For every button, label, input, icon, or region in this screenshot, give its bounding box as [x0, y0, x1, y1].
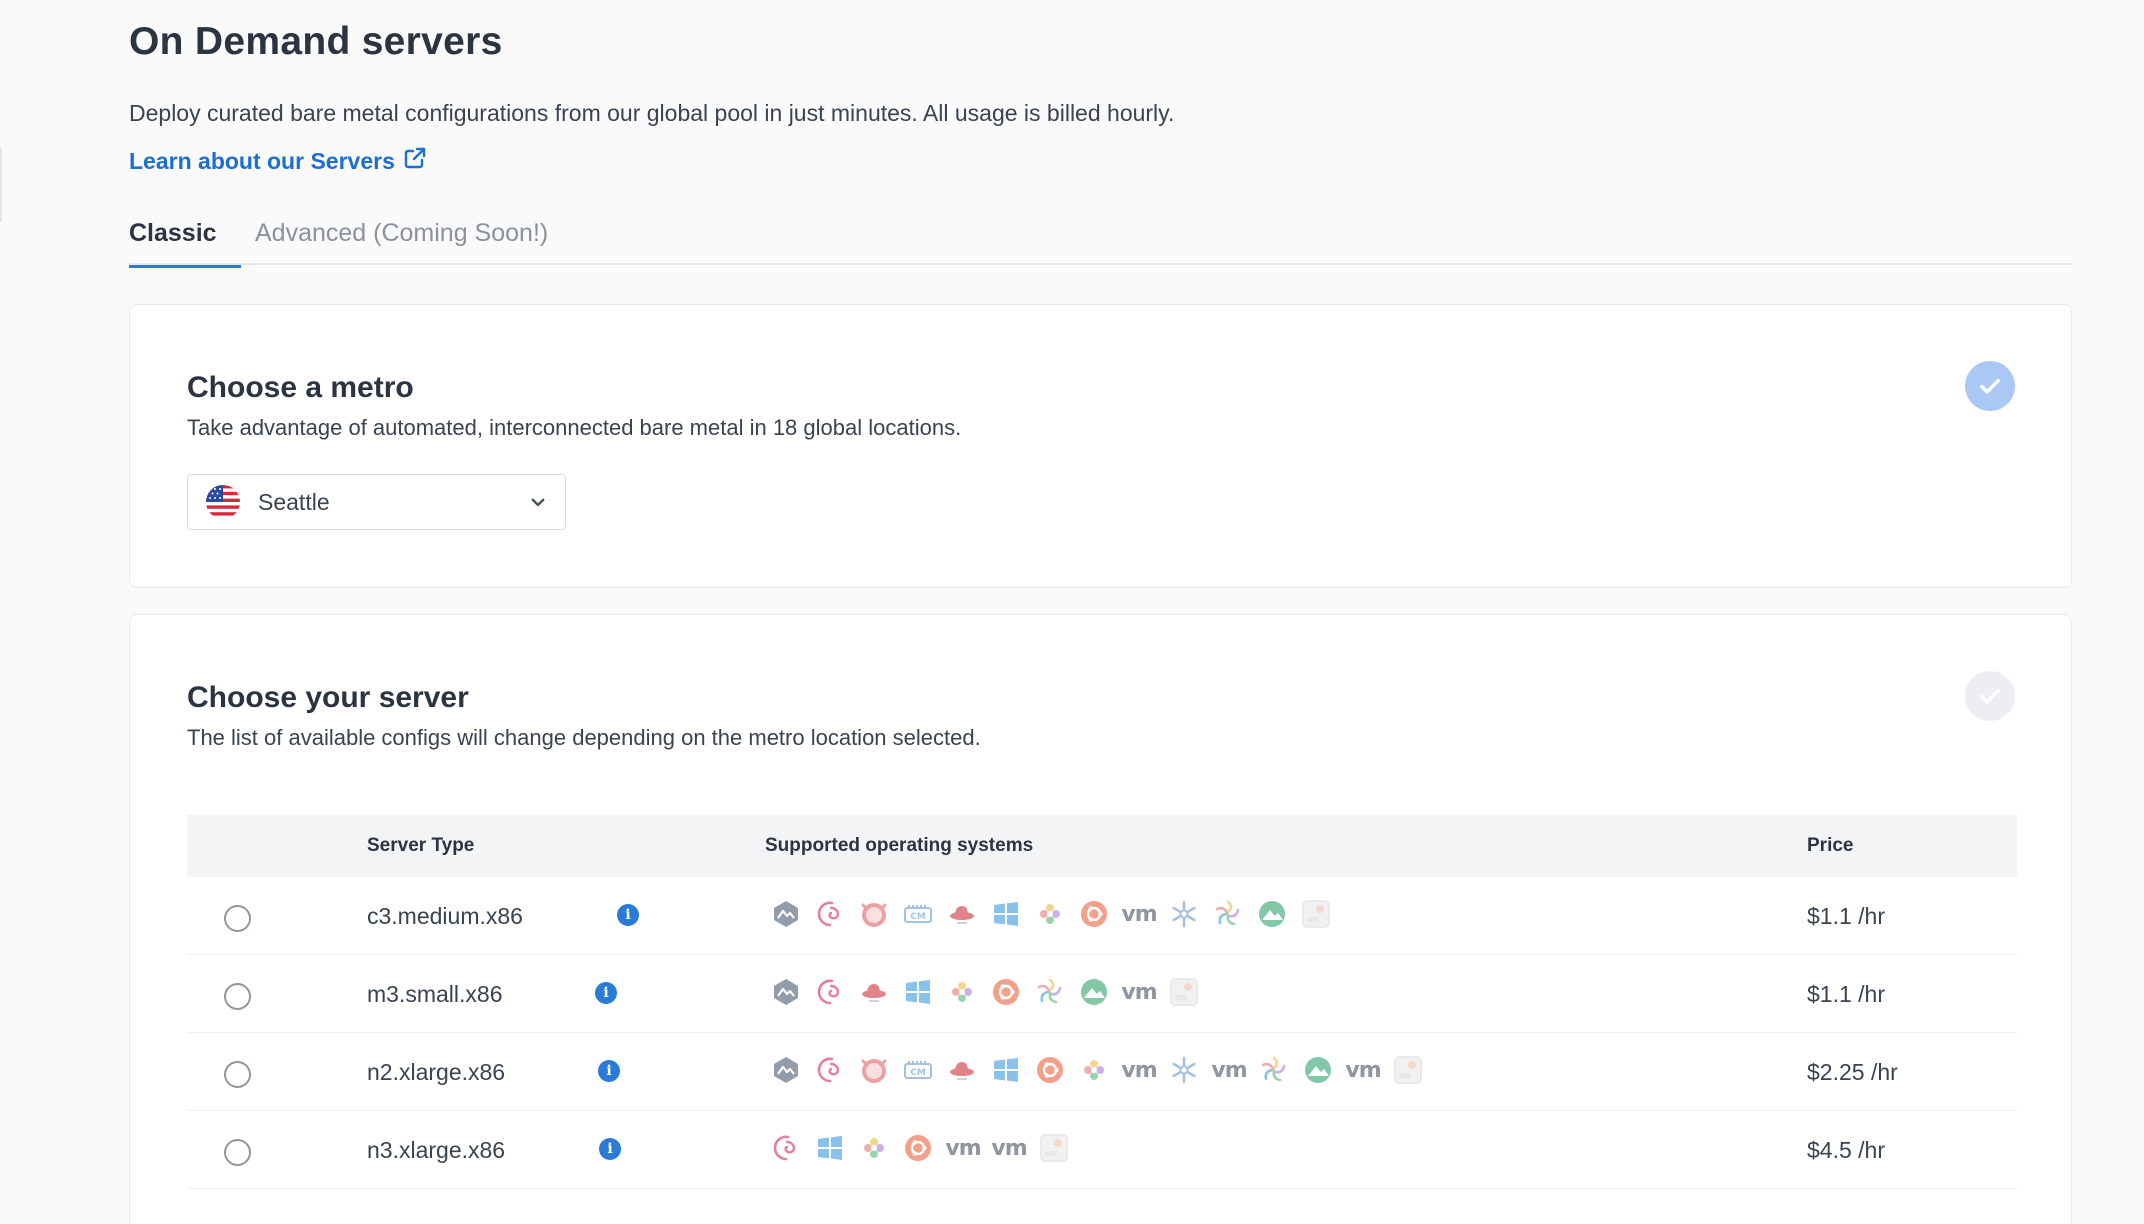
server-price: $1.1 /hr — [1807, 981, 1885, 1007]
info-icon[interactable]: i — [599, 1138, 621, 1160]
rocky-os-icon — [1034, 898, 1066, 930]
windows-os-icon — [814, 1132, 846, 1164]
learn-about-servers-link[interactable]: Learn about our Servers — [129, 146, 427, 176]
server-card: Choose your server The list of available… — [129, 614, 2072, 1224]
server-price: $2.25 /hr — [1807, 1059, 1898, 1085]
us-flag-icon — [206, 485, 240, 519]
alma-os-icon — [770, 976, 802, 1008]
redhat-os-icon — [946, 1054, 978, 1086]
redhat-os-icon — [946, 898, 978, 930]
tab-classic[interactable]: Classic — [129, 219, 241, 268]
server-table-body: c3.medium.x86 i CM vm $1.1 /hr m3.small.x86 i v… — [187, 877, 2017, 1189]
tab-advanced[interactable]: Advanced (Coming Soon!) — [255, 219, 548, 248]
tab-bar: Classic Advanced (Coming Soon!) — [129, 205, 2072, 268]
svg-text:CM: CM — [910, 1068, 926, 1078]
server-type-name: n2.xlarge.x86 — [367, 1059, 506, 1085]
rocky-os-icon — [858, 1132, 890, 1164]
info-icon[interactable]: i — [617, 904, 639, 926]
vm-os-icon: vm — [945, 1135, 981, 1161]
ubuntu-os-icon — [1034, 1054, 1066, 1086]
server-incomplete-check-icon — [1965, 671, 2015, 721]
rocky-os-icon — [946, 976, 978, 1008]
metro-selected-value: Seattle — [258, 488, 330, 515]
debian-os-icon — [814, 1054, 846, 1086]
freebsd-os-icon — [858, 898, 890, 930]
opensuse-os-icon — [1034, 976, 1066, 1008]
custom-os-icon — [1300, 898, 1332, 930]
metro-select[interactable]: Seattle — [187, 474, 566, 530]
custom-os-icon — [1168, 976, 1200, 1008]
alma-os-icon — [770, 898, 802, 930]
metro-card: Choose a metro Take advantage of automat… — [129, 304, 2072, 588]
page-description: Deploy curated bare metal configurations… — [129, 100, 1175, 126]
column-header-price: Price — [1807, 835, 1854, 856]
redhat-os-icon — [858, 976, 890, 1008]
metro-complete-check-icon — [1965, 361, 2015, 411]
server-type-name: c3.medium.x86 — [367, 903, 523, 929]
table-row[interactable]: c3.medium.x86 i CM vm $1.1 /hr — [187, 877, 2017, 955]
custom-os-icon — [1038, 1132, 1070, 1164]
server-card-subtitle: The list of available configs will chang… — [187, 725, 981, 750]
vm-os-icon: vm — [991, 1135, 1027, 1161]
rocky-os-icon — [1078, 1054, 1110, 1086]
debian-os-icon — [770, 1132, 802, 1164]
os-icon-list: CM vm — [770, 896, 1332, 932]
table-row[interactable]: n2.xlarge.x86 i CM vm vm vm $2.25 /hr — [187, 1033, 2017, 1111]
table-row[interactable]: n3.xlarge.x86 i vm vm $4.5 /hr — [187, 1111, 2017, 1189]
ubuntu-os-icon — [990, 976, 1022, 1008]
freebsd-os-icon — [858, 1054, 890, 1086]
opensuse-os-icon — [1258, 1054, 1290, 1086]
windows-os-icon — [990, 898, 1022, 930]
server-table: Server Type Supported operating systems … — [187, 815, 2017, 1189]
table-row[interactable]: m3.small.x86 i vm $1.1 /hr — [187, 955, 2017, 1033]
nixos-os-icon: CM — [902, 1054, 934, 1086]
server-radio[interactable] — [224, 1061, 251, 1088]
metro-card-subtitle: Take advantage of automated, interconnec… — [187, 415, 962, 440]
metro-card-title: Choose a metro — [187, 371, 414, 404]
alpine-os-icon — [1302, 1054, 1334, 1086]
server-price: $4.5 /hr — [1807, 1137, 1885, 1163]
learn-link-label: Learn about our Servers — [129, 147, 395, 174]
ubuntu-os-icon — [1078, 898, 1110, 930]
opensuse-os-icon — [1212, 898, 1244, 930]
left-edge-indicator — [0, 148, 2, 222]
vm-os-icon: vm — [1211, 1057, 1247, 1083]
server-type-name: n3.xlarge.x86 — [367, 1137, 506, 1163]
server-radio[interactable] — [224, 905, 251, 932]
chevron-down-icon — [529, 493, 547, 511]
custom-os-icon — [1392, 1054, 1424, 1086]
server-table-header: Server Type Supported operating systems … — [187, 815, 2017, 877]
server-price: $1.1 /hr — [1807, 903, 1885, 929]
server-radio[interactable] — [224, 1139, 251, 1166]
vm-os-icon: vm — [1121, 1057, 1157, 1083]
page-title: On Demand servers — [129, 20, 503, 63]
alpine-os-icon — [1078, 976, 1110, 1008]
server-card-title: Choose your server — [187, 681, 469, 714]
nixos-os-icon: CM — [902, 898, 934, 930]
vm-os-icon: vm — [1121, 901, 1157, 927]
windows-os-icon — [990, 1054, 1022, 1086]
info-icon[interactable]: i — [598, 1060, 620, 1082]
vm-os-icon: vm — [1345, 1057, 1381, 1083]
nixos-snow-os-icon — [1168, 898, 1200, 930]
server-radio[interactable] — [224, 983, 251, 1010]
server-type-name: m3.small.x86 — [367, 981, 503, 1007]
ubuntu-os-icon — [902, 1132, 934, 1164]
column-header-server-type: Server Type — [367, 835, 475, 856]
vm-os-icon: vm — [1121, 979, 1157, 1005]
column-header-os: Supported operating systems — [765, 835, 1034, 856]
os-icon-list: vm vm — [770, 1130, 1070, 1166]
debian-os-icon — [814, 898, 846, 930]
alpine-os-icon — [1256, 898, 1288, 930]
alma-os-icon — [770, 1054, 802, 1086]
debian-os-icon — [814, 976, 846, 1008]
external-link-icon — [403, 146, 427, 176]
svg-text:CM: CM — [910, 912, 926, 922]
os-icon-list: vm — [770, 974, 1200, 1010]
info-icon[interactable]: i — [595, 982, 617, 1004]
nixos-snow-os-icon — [1168, 1054, 1200, 1086]
windows-os-icon — [902, 976, 934, 1008]
os-icon-list: CM vm vm vm — [770, 1052, 1424, 1088]
